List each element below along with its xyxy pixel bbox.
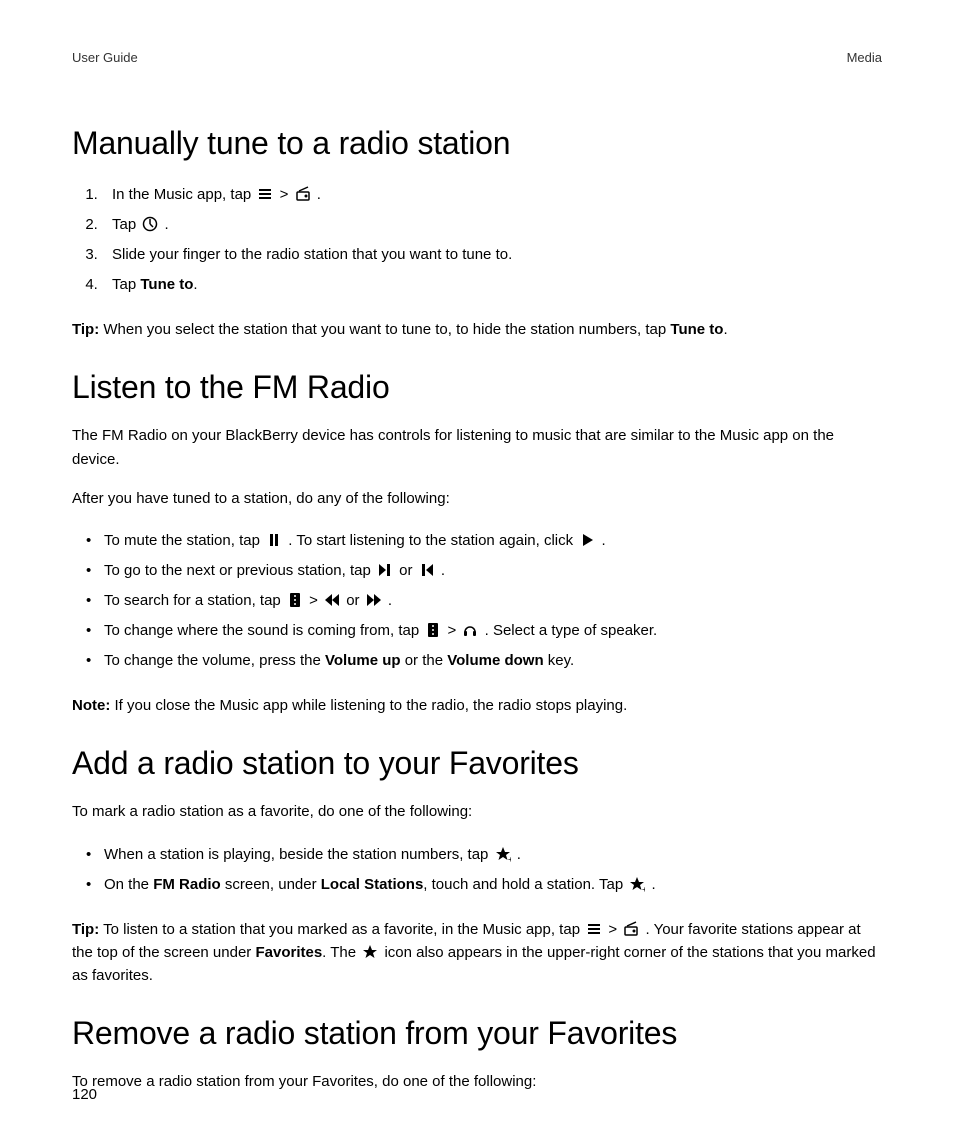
action-volume: To change the volume, press the Volume u… (92, 646, 882, 676)
action-mute: To mute the station, tap . To start list… (92, 526, 882, 556)
header-left: User Guide (72, 50, 138, 65)
pause-icon (266, 532, 282, 548)
action-next-prev: To go to the next or previous station, t… (92, 556, 882, 586)
fm-lead: After you have tuned to a station, do an… (72, 487, 882, 510)
next-track-icon (377, 562, 393, 578)
fav-action-playing: When a station is playing, beside the st… (92, 840, 882, 870)
heading-remove-favorite: Remove a radio station from your Favorit… (72, 1015, 882, 1052)
star-add-icon (495, 846, 511, 862)
radio-icon (623, 921, 639, 937)
step-4: Tap Tune to. (102, 270, 882, 300)
step-2: Tap . (102, 210, 882, 240)
fm-actions-list: To mute the station, tap . To start list… (72, 526, 882, 676)
heading-manually-tune: Manually tune to a radio station (72, 125, 882, 162)
heading-add-favorite: Add a radio station to your Favorites (72, 745, 882, 782)
star-add-icon (629, 876, 645, 892)
tip-1: Tip: When you select the station that yo… (72, 318, 882, 341)
radio-icon (295, 186, 311, 202)
page-number: 120 (72, 1086, 97, 1103)
fm-note: Note: If you close the Music app while l… (72, 694, 882, 717)
fav-tip: Tip: To listen to a station that you mar… (72, 918, 882, 988)
fm-intro: The FM Radio on your BlackBerry device h… (72, 424, 882, 471)
fast-forward-icon (366, 592, 382, 608)
prev-track-icon (419, 562, 435, 578)
header-right: Media (847, 50, 882, 65)
fav-action-local: On the FM Radio screen, under Local Stat… (92, 870, 882, 900)
play-icon (579, 532, 595, 548)
heading-listen-fm: Listen to the FM Radio (72, 369, 882, 406)
action-search: To search for a station, tap > or . (92, 586, 882, 616)
menu-icon (257, 186, 273, 202)
fav-lead: To mark a radio station as a favorite, d… (72, 800, 882, 823)
page-header: User Guide Media (72, 50, 882, 65)
rewind-icon (324, 592, 340, 608)
star-icon (362, 944, 378, 960)
tune-dial-icon (142, 216, 158, 232)
step-1: In the Music app, tap > . (102, 180, 882, 210)
more-icon (425, 622, 441, 638)
fav-actions-list: When a station is playing, beside the st… (72, 840, 882, 900)
remove-lead: To remove a radio station from your Favo… (72, 1070, 882, 1093)
document-page: User Guide Media Manually tune to a radi… (0, 0, 954, 1145)
headphones-icon (462, 622, 478, 638)
steps-list: In the Music app, tap > . Tap . Slide yo… (72, 180, 882, 300)
action-sound-output: To change where the sound is coming from… (92, 616, 882, 646)
menu-icon (586, 921, 602, 937)
more-icon (287, 592, 303, 608)
step-3: Slide your finger to the radio station t… (102, 240, 882, 270)
